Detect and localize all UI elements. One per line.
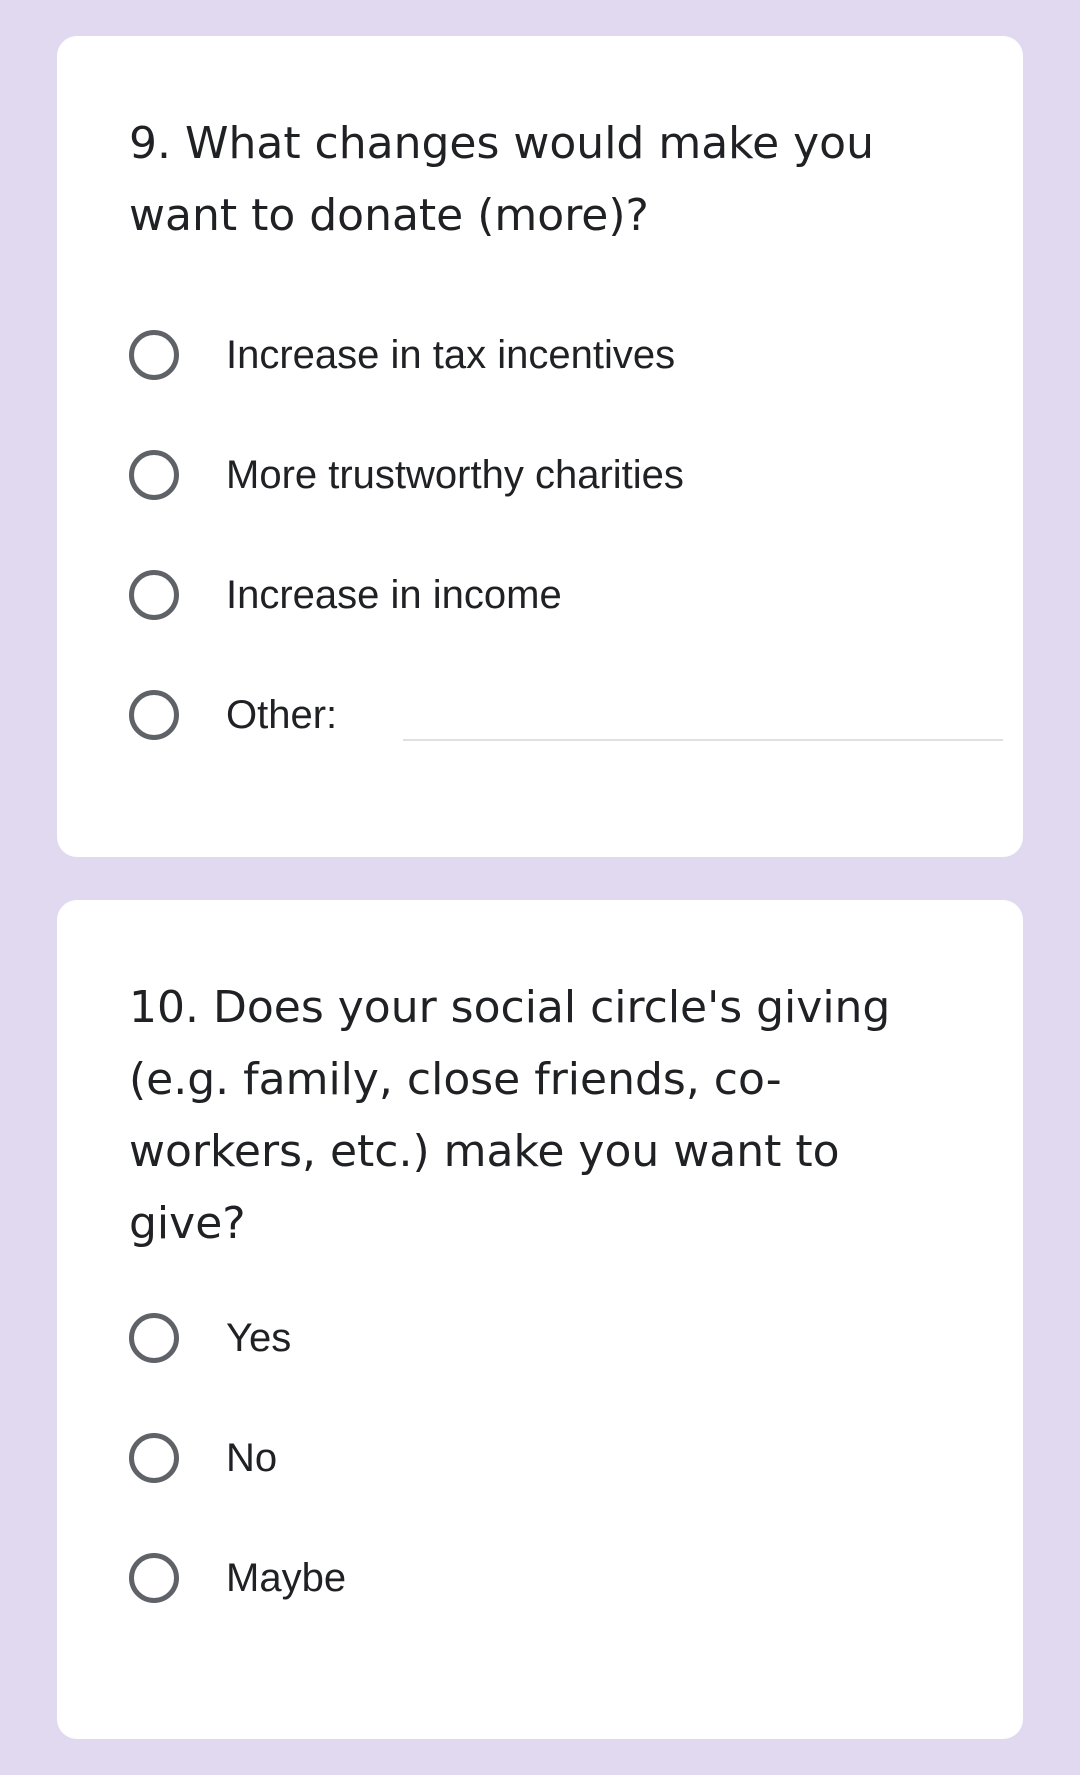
other-text-input[interactable]	[403, 695, 1003, 741]
option-more-trustworthy-charities[interactable]: More trustworthy charities	[129, 445, 1003, 505]
question-card-10: 10. Does your social circle's giving (e.…	[57, 900, 1023, 1739]
option-label: No	[226, 1435, 278, 1480]
option-label: Yes	[226, 1315, 292, 1360]
question-card-9: 9. What changes would make you want to d…	[57, 36, 1023, 857]
option-increase-in-income[interactable]: Increase in income	[129, 565, 1003, 625]
option-increase-in-tax-incentives[interactable]: Increase in tax incentives	[129, 325, 1003, 385]
option-other[interactable]: Other:	[129, 685, 1003, 745]
question-title-9: 9. What changes would make you want to d…	[129, 118, 874, 241]
options-list-10: Yes No Maybe	[129, 1308, 1003, 1668]
radio-unchecked-icon[interactable]	[129, 1433, 179, 1483]
radio-unchecked-icon[interactable]	[129, 570, 179, 620]
question-title-10: 10. Does your social circle's giving (e.…	[129, 982, 891, 1249]
option-label: More trustworthy charities	[226, 452, 684, 497]
option-label-other: Other:	[226, 692, 338, 737]
radio-unchecked-icon[interactable]	[129, 330, 179, 380]
radio-unchecked-icon[interactable]	[129, 690, 179, 740]
option-yes[interactable]: Yes	[129, 1308, 1003, 1368]
option-label: Maybe	[226, 1555, 347, 1600]
option-label: Increase in tax incentives	[226, 332, 676, 377]
radio-unchecked-icon[interactable]	[129, 1313, 179, 1363]
option-label: Increase in income	[226, 572, 562, 617]
options-list-9: Increase in tax incentives More trustwor…	[129, 325, 1003, 805]
radio-unchecked-icon[interactable]	[129, 1553, 179, 1603]
option-no[interactable]: No	[129, 1428, 1003, 1488]
option-maybe[interactable]: Maybe	[129, 1548, 1003, 1608]
radio-unchecked-icon[interactable]	[129, 450, 179, 500]
